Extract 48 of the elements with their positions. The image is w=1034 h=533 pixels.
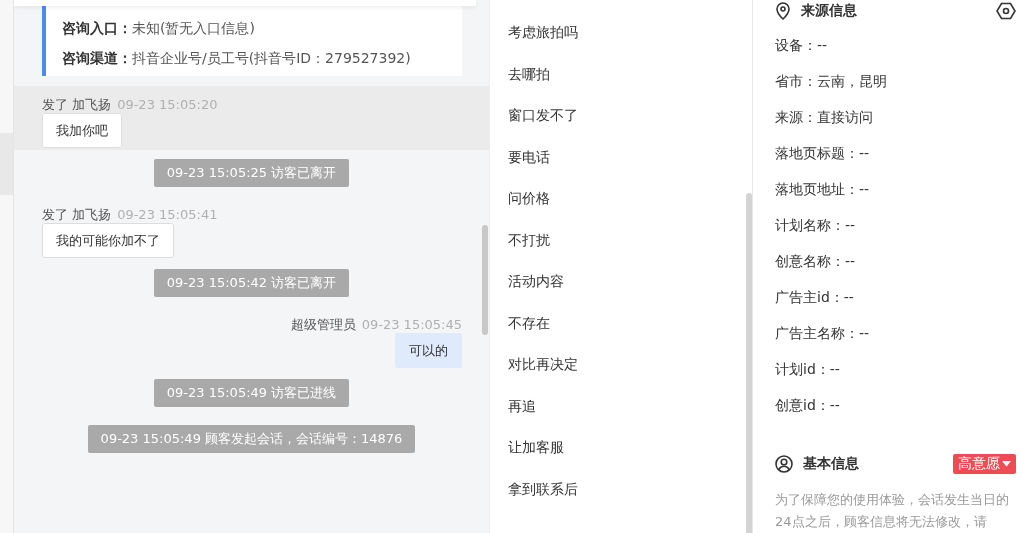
- source-field: 设备：--: [775, 36, 828, 53]
- notice-text: 为了保障您的使用体验，会话发生当日的24点之后，顾客信息将无法修改，请: [775, 491, 1010, 531]
- caret-icon: [1002, 460, 1011, 467]
- source-field: 落地页标题：--: [775, 144, 870, 161]
- system-notice: 09-23 15:05:42 访客已离开: [153, 269, 350, 297]
- sender-name: 发了 加飞扬: [42, 97, 112, 112]
- quick-reply-item[interactable]: 不打扰: [490, 219, 746, 261]
- quick-reply-item[interactable]: 不存在: [490, 302, 746, 344]
- scrollbar-thumb[interactable]: [482, 225, 488, 335]
- info-row-text: 咨询入口：未知(暂无入口信息): [62, 20, 256, 38]
- intent-dropdown[interactable]: 高意愿: [953, 453, 1016, 474]
- quick-reply-item[interactable]: 去哪拍: [490, 53, 746, 95]
- system-notice: 09-23 15:05:49 访客已进线: [153, 379, 350, 407]
- section-title: 基本信息: [803, 454, 860, 473]
- message-time: 09-23 15:05:20: [117, 97, 218, 112]
- source-field: 落地页地址：--: [775, 180, 870, 197]
- section-title: 来源信息: [801, 2, 858, 21]
- source-field: 广告主id：--: [775, 288, 854, 305]
- quick-reply-item[interactable]: 要电话: [490, 136, 746, 178]
- quick-reply-item[interactable]: 让加客服: [490, 427, 746, 469]
- message-bubble: 我的可能你加不了: [42, 223, 174, 258]
- system-notice: 09-23 15:05:25 访客已离开: [153, 159, 350, 187]
- quick-reply-item[interactable]: 拿到联系后: [490, 468, 746, 510]
- source-field: 广告主名称：--: [775, 324, 870, 341]
- location-pin-icon: [775, 2, 791, 21]
- message-bubble: 我加你吧: [42, 113, 122, 148]
- sender-name: 超级管理员: [290, 317, 356, 332]
- source-field: 来源：直接访问: [775, 108, 873, 125]
- quick-reply-item[interactable]: 问价格: [490, 178, 746, 220]
- scrollbar-thumb[interactable]: [746, 193, 752, 533]
- quick-reply-item[interactable]: 考虑旅拍吗: [490, 12, 746, 54]
- user-circle-icon: [775, 454, 793, 473]
- source-field: 创意名称：--: [775, 252, 856, 269]
- quick-reply-item[interactable]: 再追: [490, 385, 746, 427]
- message-time: 09-23 15:05:41: [117, 207, 218, 222]
- source-field: 创意id：--: [775, 396, 840, 413]
- message-time: 09-23 15:05:45: [361, 317, 462, 332]
- system-notice: 09-23 15:05:49 顾客发起会话，会话编号：14876: [87, 425, 416, 453]
- quick-reply-item[interactable]: 窗口发不了: [490, 95, 746, 137]
- source-field: 省市：云南，昆明: [775, 72, 887, 89]
- info-row-text: 咨询渠道：抖音企业号/员工号(抖音号ID：279527392): [62, 50, 412, 68]
- quick-reply-item[interactable]: 对比再决定: [490, 344, 746, 386]
- message-bubble: 可以的: [395, 333, 462, 368]
- settings-icon[interactable]: [996, 2, 1016, 21]
- quick-reply-item[interactable]: 活动内容: [490, 261, 746, 303]
- source-field: 计划id：--: [775, 360, 840, 377]
- sender-name: 发了 加飞扬: [42, 207, 112, 222]
- source-field: 计划名称：--: [775, 216, 856, 233]
